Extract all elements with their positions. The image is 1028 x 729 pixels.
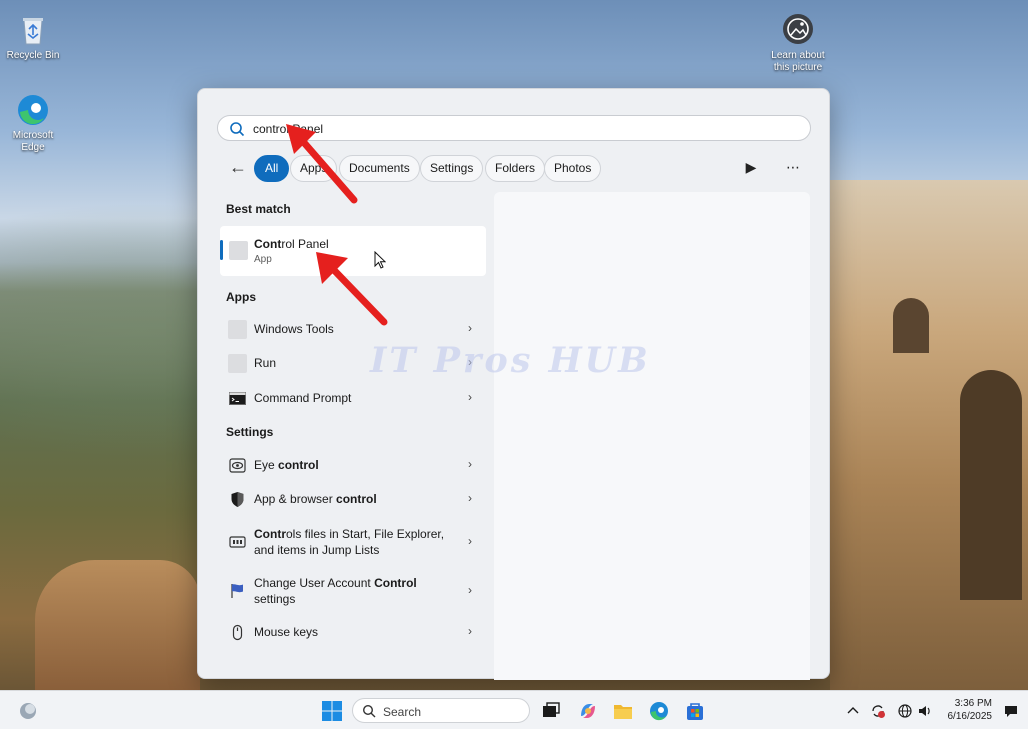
label-pre: Eye <box>254 458 279 472</box>
recycle-bin-icon <box>23 18 43 45</box>
chevron-right-icon[interactable]: › <box>468 534 472 548</box>
best-match-title-bold: Cont <box>254 237 282 251</box>
file-explorer-icon[interactable] <box>612 700 634 722</box>
eye-control-icon <box>229 458 246 473</box>
setting-result-label: Mouse keys <box>254 625 319 639</box>
apps-header: Apps <box>226 290 256 304</box>
windows-start-icon[interactable] <box>321 700 343 722</box>
taskbar: Search 3:36 PM 6/16/2025 <box>0 690 1028 729</box>
chevron-right-icon[interactable]: › <box>468 583 472 597</box>
copilot-icon[interactable] <box>577 700 599 722</box>
windows-tools-icon <box>228 320 247 339</box>
chevron-right-icon[interactable]: › <box>468 457 472 471</box>
chevron-right-icon[interactable]: › <box>468 390 472 404</box>
setting-result-uac-settings[interactable]: Change User Account Control settings › <box>220 572 486 608</box>
app-result-label: Run <box>254 356 277 370</box>
preview-pane <box>494 192 810 680</box>
edge-icon[interactable] <box>648 700 670 722</box>
best-match-header: Best match <box>226 202 291 216</box>
taskbar-settings-icon <box>229 536 246 548</box>
filter-chip-settings[interactable]: Settings <box>420 155 484 182</box>
more-options-icon[interactable]: ⋯ <box>782 157 804 179</box>
camera-location-icon <box>783 14 813 44</box>
microsoft-store-icon[interactable] <box>684 700 706 722</box>
app-result-label: Command Prompt <box>254 391 352 405</box>
label-pre: Change User Account <box>254 576 375 590</box>
control-panel-icon <box>229 241 248 260</box>
wallpaper-cliff-left <box>35 560 200 690</box>
label-bold: Control <box>374 576 417 590</box>
edge-label: Microsoft Edge <box>12 130 54 153</box>
mouse-cursor-icon <box>374 251 386 269</box>
back-arrow-icon[interactable]: ← <box>226 156 250 180</box>
annotation-arrow-search <box>286 124 358 204</box>
setting-result-label: Controls files in Start, File Explorer, a… <box>254 526 444 558</box>
network-globe-icon[interactable] <box>897 703 913 719</box>
label-post: ols files in Start, File Explorer, <box>286 527 445 541</box>
wallpaper-bridge-arch-small <box>893 298 929 353</box>
search-icon <box>362 704 376 718</box>
selection-indicator <box>220 240 223 260</box>
label-line2: and items in Jump Lists <box>254 543 380 557</box>
setting-result-eye-control[interactable]: Eye control › <box>220 448 486 482</box>
clock-date: 6/16/2025 <box>947 711 993 722</box>
shield-icon <box>231 492 244 507</box>
system-clock[interactable]: 3:36 PM 6/16/2025 <box>940 697 993 723</box>
desktop-icon-learn-about-picture[interactable]: Learn about this picture <box>768 12 828 74</box>
setting-result-app-browser-control[interactable]: App & browser control › <box>220 482 486 516</box>
task-view-icon[interactable] <box>540 700 562 722</box>
filter-chip-photos[interactable]: Photos <box>544 155 602 182</box>
learn-about-picture-label: Learn about this picture <box>771 50 825 73</box>
recycle-bin-label: Recycle Bin <box>6 50 60 61</box>
chevron-right-icon[interactable]: › <box>468 624 472 638</box>
taskbar-search-box[interactable]: Search <box>352 698 530 723</box>
desktop-icon-edge[interactable]: Microsoft Edge <box>3 92 63 154</box>
widgets-icon[interactable] <box>17 700 39 722</box>
chevron-right-icon[interactable]: › <box>468 321 472 335</box>
setting-result-mouse-keys[interactable]: Mouse keys › <box>220 615 486 649</box>
setting-result-label: Eye control <box>254 458 319 472</box>
edge-icon <box>18 95 48 125</box>
setting-result-label: App & browser control <box>254 492 377 506</box>
app-result-command-prompt[interactable]: Command Prompt › <box>220 381 486 415</box>
label-bold: Contr <box>254 527 286 541</box>
setting-result-label: Change User Account Control settings <box>254 575 417 607</box>
label-bold: control <box>278 458 319 472</box>
setting-result-controls-files[interactable]: Controls files in Start, File Explorer, a… <box>220 523 486 559</box>
label-pre: App & browser <box>254 492 337 506</box>
label-line2: settings <box>254 592 296 606</box>
uac-flag-icon <box>231 584 243 598</box>
search-icon <box>230 122 245 137</box>
wallpaper-bridge-arch <box>960 370 1022 600</box>
desktop-icon-recycle-bin[interactable]: Recycle Bin <box>3 12 63 62</box>
run-icon <box>228 354 247 373</box>
label-bold: control <box>336 492 377 506</box>
filter-chip-folders[interactable]: Folders <box>485 155 546 182</box>
settings-header: Settings <box>226 425 274 439</box>
mouse-icon <box>232 624 243 641</box>
chevron-up-icon[interactable] <box>845 703 861 719</box>
sync-alert-icon[interactable] <box>870 703 886 719</box>
clock-time: 3:36 PM <box>954 698 992 709</box>
command-prompt-icon <box>229 392 246 405</box>
chevron-right-icon[interactable]: › <box>468 491 472 505</box>
notifications-icon[interactable] <box>1003 703 1019 719</box>
volume-icon[interactable] <box>917 703 933 719</box>
taskbar-search-label: Search <box>383 705 422 719</box>
watermark-text: IT Pros HUB <box>370 340 651 381</box>
play-icon[interactable]: ▶ <box>740 157 762 179</box>
best-match-subtitle: App <box>254 254 272 265</box>
